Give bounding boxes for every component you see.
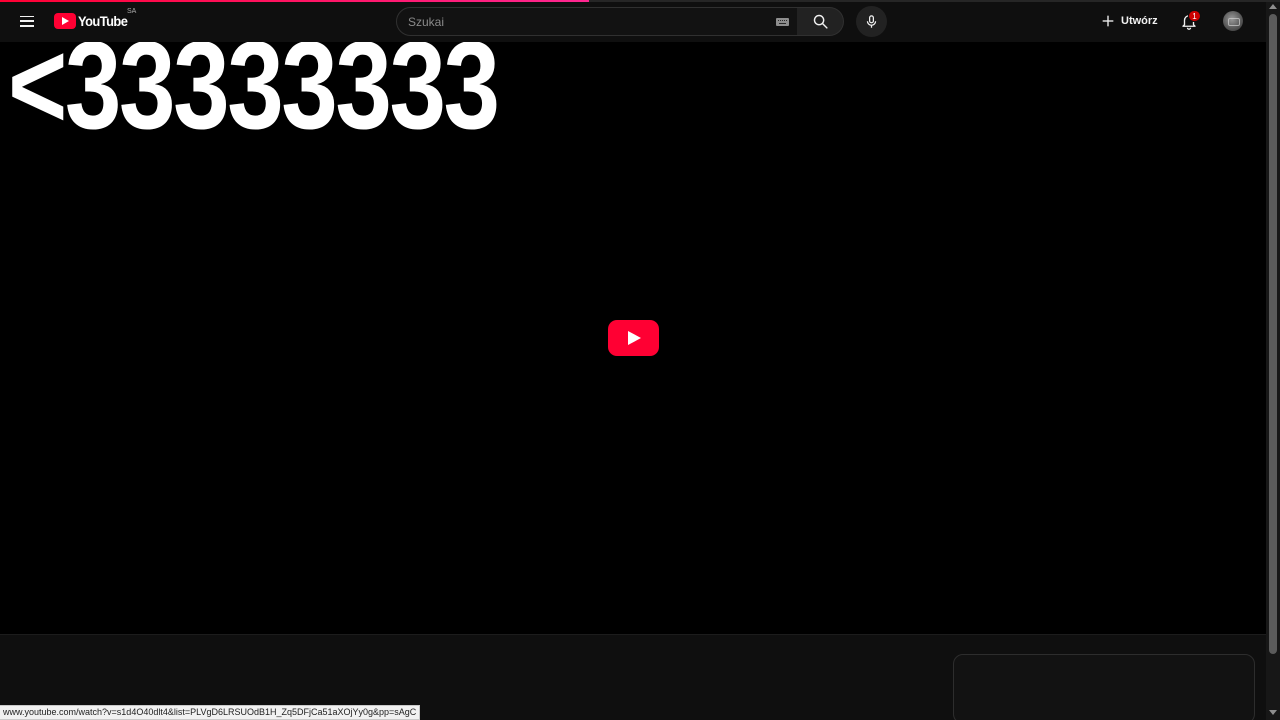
status-bar-url: www.youtube.com/watch?v=s1d4O40dlt4&list… [0,705,421,720]
plus-icon [1102,15,1114,27]
create-label: Utwórz [1121,15,1158,27]
logo-text: YouTube [78,13,128,29]
loading-progress-fill [0,0,589,2]
account-avatar[interactable] [1223,11,1243,31]
search-box [396,7,798,36]
keyboard-icon[interactable] [776,18,789,26]
video-frame-text: <33333333 [8,17,500,155]
loading-progress-bar [0,0,1280,2]
large-play-button[interactable] [608,320,659,356]
youtube-watch-page: YouTube SA Utwórz [0,0,1280,720]
youtube-logo-icon [54,13,76,29]
side-panel-card [953,654,1255,720]
search-input[interactable] [408,8,768,35]
microphone-icon [866,15,877,28]
scroll-thumb[interactable] [1269,14,1277,654]
video-player[interactable]: <33333333 [0,24,1266,634]
voice-search-button[interactable] [856,6,887,37]
search-icon [813,14,828,29]
masthead: YouTube SA Utwórz [0,0,1266,42]
page-scrollbar[interactable] [1266,0,1280,720]
notification-count-badge: 1 [1188,10,1201,22]
youtube-logo[interactable]: YouTube SA [54,8,136,30]
scroll-up-icon[interactable] [1269,4,1277,9]
logo-country-code: SA [127,8,137,15]
menu-icon [20,15,34,27]
create-button[interactable]: Utwórz [1094,7,1168,35]
guide-menu-button[interactable] [12,6,42,36]
search-button[interactable] [797,7,844,36]
scroll-down-icon[interactable] [1269,710,1277,715]
